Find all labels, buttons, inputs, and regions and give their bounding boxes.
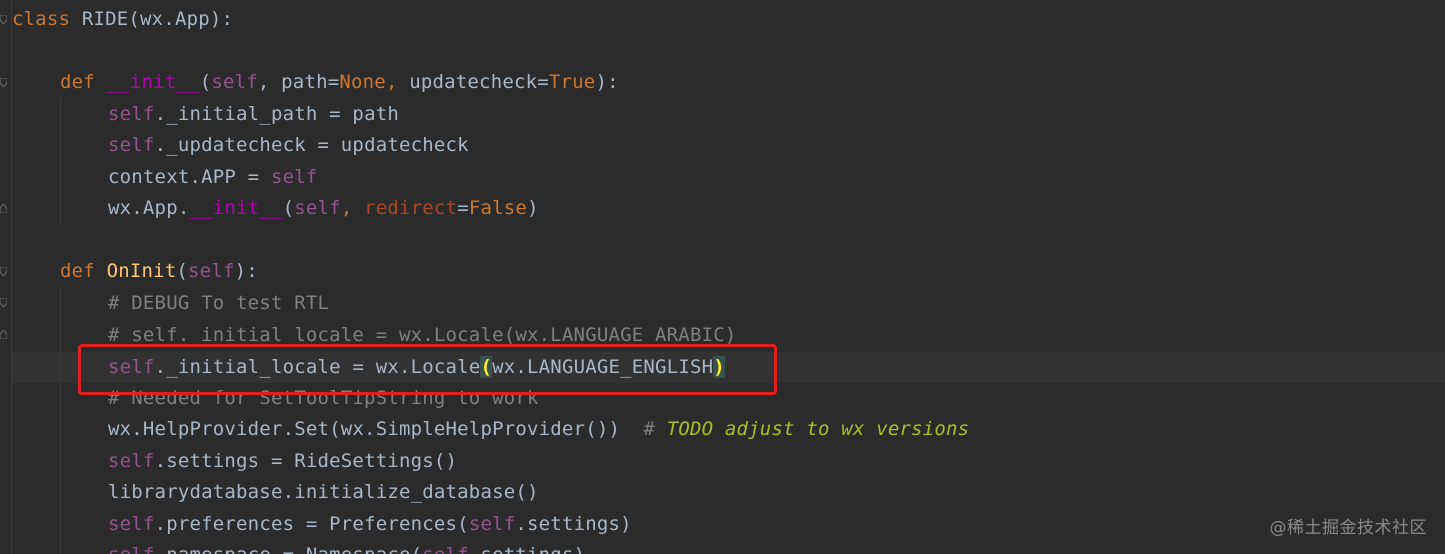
code-editor[interactable]: class RIDE(wx.App): def __init__(self, p… bbox=[0, 0, 1445, 554]
code-token: wx.App. bbox=[108, 197, 190, 219]
todo-comment-token: TODO adjust to wx versions bbox=[666, 418, 970, 440]
code-token: ): bbox=[234, 260, 258, 282]
self-token: self bbox=[294, 197, 341, 219]
code-token: ( bbox=[176, 260, 189, 282]
code-token: .settings = RideSettings() bbox=[154, 450, 458, 472]
code-line[interactable]: context.APP = self bbox=[108, 162, 318, 193]
comment-token: # self._initial_locale = wx.Locale(wx.LA… bbox=[108, 324, 737, 346]
code-token: librarydatabase.initialize_database() bbox=[108, 481, 539, 503]
magic-method-token: __init__ bbox=[189, 197, 283, 219]
code-token: ._updatecheck = updatecheck bbox=[154, 134, 469, 156]
self-token: self bbox=[108, 544, 155, 554]
keyword-token: None bbox=[339, 71, 386, 93]
indent-guide bbox=[60, 98, 61, 226]
code-token: , bbox=[385, 71, 410, 93]
code-line[interactable]: self.preferences = Preferences(self.sett… bbox=[108, 509, 632, 540]
function-name-token: OnInit bbox=[106, 260, 177, 282]
self-token: self bbox=[188, 260, 235, 282]
code-line[interactable]: wx.HelpProvider.Set(wx.SimpleHelpProvide… bbox=[108, 414, 969, 445]
code-token: ._initial_path = path bbox=[154, 103, 399, 125]
code-line[interactable]: # Needed for SetToolTipString to work bbox=[108, 383, 539, 414]
code-line[interactable]: self._initial_path = path bbox=[108, 99, 399, 130]
code-line[interactable]: class RIDE(wx.App): bbox=[12, 4, 233, 35]
keyword-token: class bbox=[12, 8, 82, 30]
self-token: self bbox=[108, 450, 155, 472]
code-token: updatecheck= bbox=[409, 71, 549, 93]
fold-end-marker-icon[interactable] bbox=[0, 330, 7, 339]
code-line[interactable]: # DEBUG To test RTL bbox=[108, 288, 329, 319]
code-token: ( bbox=[282, 197, 295, 219]
self-token: self bbox=[270, 166, 318, 188]
keyword-token: False bbox=[468, 197, 528, 219]
code-token: .settings) bbox=[469, 544, 585, 554]
self-token: self bbox=[108, 103, 155, 125]
code-token: context.APP = bbox=[108, 166, 271, 188]
code-token: wx.LANGUAGE_ENGLISH bbox=[492, 356, 714, 378]
keyword-token: def bbox=[60, 71, 107, 93]
code-line[interactable]: def OnInit(self): bbox=[60, 256, 258, 287]
self-token: self bbox=[422, 544, 469, 554]
editor-gutter bbox=[0, 0, 12, 554]
param-token: redirect bbox=[364, 197, 458, 219]
self-token: self bbox=[108, 356, 155, 378]
code-line[interactable]: # self._initial_locale = wx.Locale(wx.LA… bbox=[108, 320, 737, 351]
self-token: self bbox=[108, 513, 155, 535]
comment-token: # DEBUG To test RTL bbox=[108, 292, 330, 314]
comment-token: # Needed for SetToolTipString to work bbox=[108, 387, 539, 409]
magic-method-token: __init__ bbox=[106, 71, 200, 93]
code-token: RIDE(wx.App): bbox=[81, 8, 234, 30]
code-token: ._initial_locale = wx.Locale bbox=[154, 356, 481, 378]
indent-guide bbox=[60, 287, 61, 554]
code-token: ) bbox=[527, 197, 539, 219]
fold-end-marker-icon[interactable] bbox=[0, 204, 7, 213]
fold-marker-icon[interactable] bbox=[0, 15, 7, 24]
code-token: .settings) bbox=[515, 513, 632, 535]
self-token: self bbox=[108, 134, 155, 156]
code-token: ( bbox=[199, 71, 212, 93]
code-token: , path= bbox=[257, 71, 340, 93]
code-token: .preferences = Preferences( bbox=[154, 513, 469, 535]
watermark: @稀土掘金技术社区 bbox=[1269, 518, 1427, 538]
self-token: self bbox=[468, 513, 516, 535]
brace-match-token: ) bbox=[713, 356, 725, 378]
fold-marker-icon[interactable] bbox=[0, 267, 7, 276]
code-line[interactable]: self._updatecheck = updatecheck bbox=[108, 130, 469, 161]
code-line-current[interactable]: self._initial_locale = wx.Locale(wx.LANG… bbox=[108, 352, 725, 383]
keyword-token: def bbox=[60, 260, 107, 282]
code-line[interactable]: librarydatabase.initialize_database() bbox=[108, 477, 539, 508]
code-token: = bbox=[457, 197, 469, 219]
code-token: wx.HelpProvider.Set(wx.SimpleHelpProvide… bbox=[108, 418, 644, 440]
code-line[interactable]: self.settings = RideSettings() bbox=[108, 446, 457, 477]
code-line[interactable]: self.namespace = Namespace(self.settings… bbox=[108, 540, 585, 554]
keyword-token: True bbox=[548, 71, 596, 93]
comment-token: # bbox=[643, 418, 667, 440]
fold-marker-icon[interactable] bbox=[0, 78, 7, 87]
code-line[interactable]: wx.App.__init__(self, redirect=False) bbox=[108, 193, 539, 224]
fold-marker-icon[interactable] bbox=[0, 298, 7, 307]
self-token: self bbox=[211, 71, 258, 93]
code-line[interactable]: def __init__(self, path=None, updatechec… bbox=[60, 67, 619, 98]
code-token: .namespace = Namespace( bbox=[155, 544, 423, 554]
code-token: ): bbox=[595, 71, 619, 93]
brace-match-token: ( bbox=[480, 356, 493, 378]
code-token: , bbox=[340, 197, 365, 219]
